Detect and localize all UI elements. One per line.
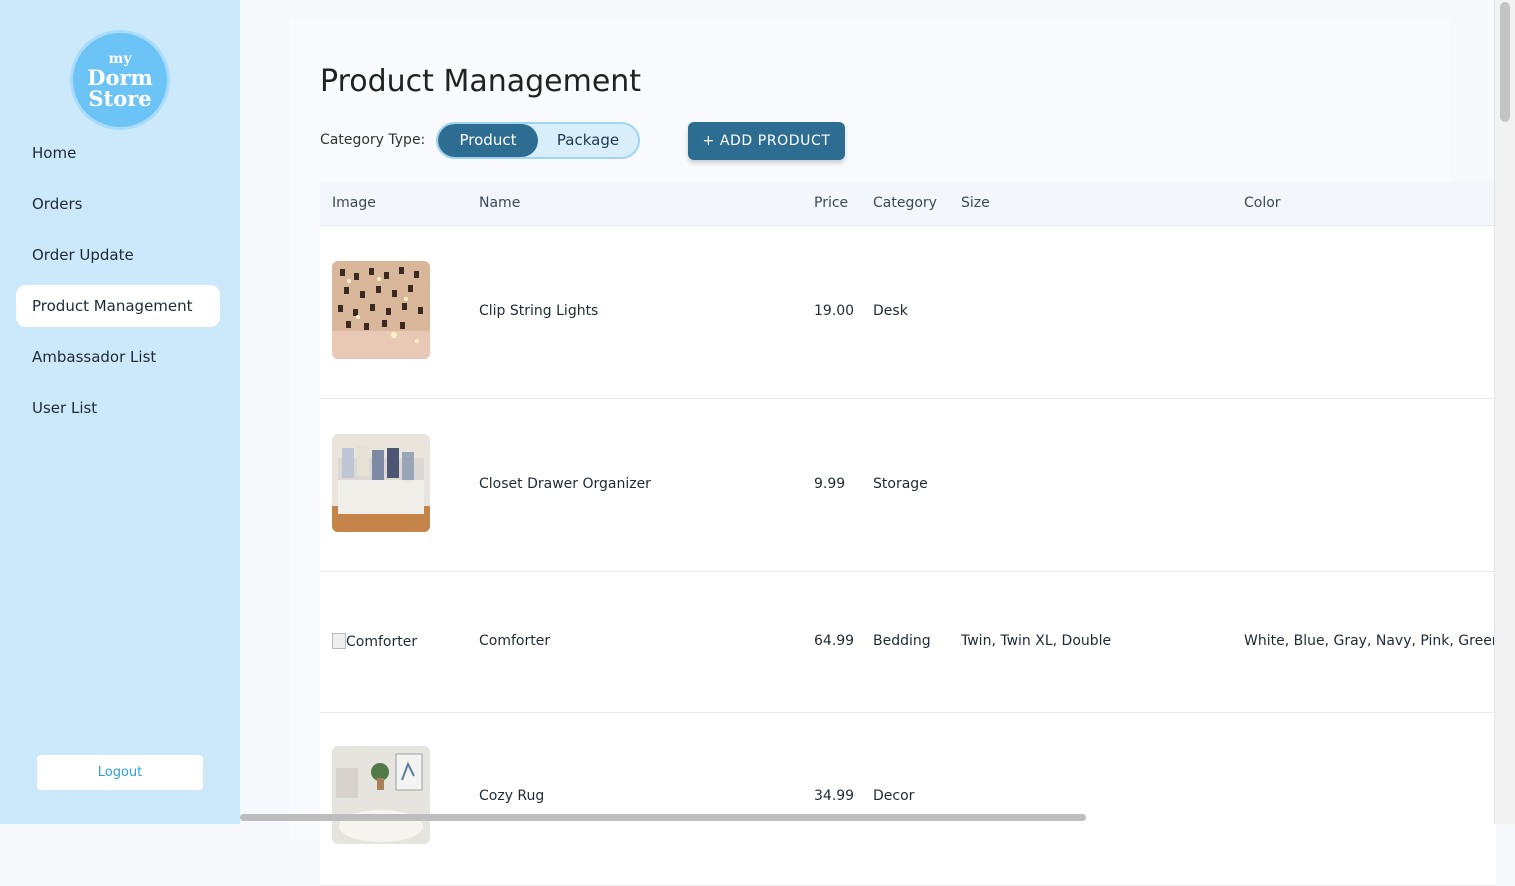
logo-text-line3: Store [88,85,152,111]
product-name: Cozy Rug [479,788,545,804]
product-image [332,746,430,844]
page-title: Product Management [320,64,642,99]
column-header-size[interactable]: Size [961,182,990,225]
product-color: White, Blue, Gray, Navy, Pink, Green [1244,633,1501,649]
table-row[interactable]: Comforter Comforter 64.99 Bedding Twin, … [320,572,1501,713]
sidebar-item-orders[interactable]: Orders [16,183,220,225]
category-type-toggle: Product Package [436,122,640,159]
horizontal-scrollbar-thumb[interactable] [240,814,1086,821]
toggle-option-product[interactable]: Product [438,124,538,157]
product-size: Twin, Twin XL, Double [961,633,1112,649]
sidebar-nav: Home Orders Order Update Product Managem… [16,132,220,438]
column-header-price[interactable]: Price [814,182,848,225]
column-header-color[interactable]: Color [1244,182,1281,225]
logout-button[interactable]: Logout [37,755,203,790]
broken-image-icon [332,633,346,649]
product-category: Storage [873,476,928,492]
table-header: Image Name Price Category Size Color [320,182,1496,226]
product-image [332,261,430,359]
table-row[interactable]: Clip String Lights 19.00 Desk [320,226,1496,399]
product-price: 34.99 [814,788,855,804]
sidebar-item-product-management[interactable]: Product Management [16,285,220,327]
vertical-scrollbar-thumb[interactable] [1500,2,1510,122]
brand-logo[interactable]: my Dorm Store [73,33,167,127]
product-category: Desk [873,303,908,319]
column-header-image[interactable]: Image [332,182,376,225]
product-image-alt: Comforter [346,634,418,650]
add-product-button[interactable]: + ADD PRODUCT [688,122,845,160]
product-name: Comforter [479,633,551,649]
product-category: Decor [873,788,915,804]
sidebar-item-home[interactable]: Home [16,132,220,174]
table-row[interactable]: Cozy Rug 34.99 Decor [320,713,1496,886]
sidebar-item-ambassador-list[interactable]: Ambassador List [16,336,220,378]
logo-text-line2: Dorm [87,64,153,90]
product-name: Clip String Lights [479,303,599,319]
product-price: 64.99 [814,633,855,649]
column-header-category[interactable]: Category [873,182,937,225]
product-image [332,434,430,532]
product-category: Bedding [873,633,931,649]
logo-text-line1: my [108,50,132,67]
sidebar-item-order-update[interactable]: Order Update [16,234,220,276]
toggle-option-package[interactable]: Package [538,124,638,157]
product-image-broken: Comforter [332,633,417,650]
vertical-scrollbar[interactable] [1494,0,1515,824]
product-name: Closet Drawer Organizer [479,476,651,492]
column-header-name[interactable]: Name [479,182,520,225]
category-type-label: Category Type: [320,132,426,148]
sidebar-item-user-list[interactable]: User List [16,387,220,429]
product-price: 9.99 [814,476,846,492]
table-row[interactable]: Closet Drawer Organizer 9.99 Storage [320,399,1496,572]
product-table: Image Name Price Category Size Color Cli… [320,182,1501,886]
sidebar: my Dorm Store Home Orders Order Update P… [0,0,240,824]
product-price: 19.00 [814,303,855,319]
